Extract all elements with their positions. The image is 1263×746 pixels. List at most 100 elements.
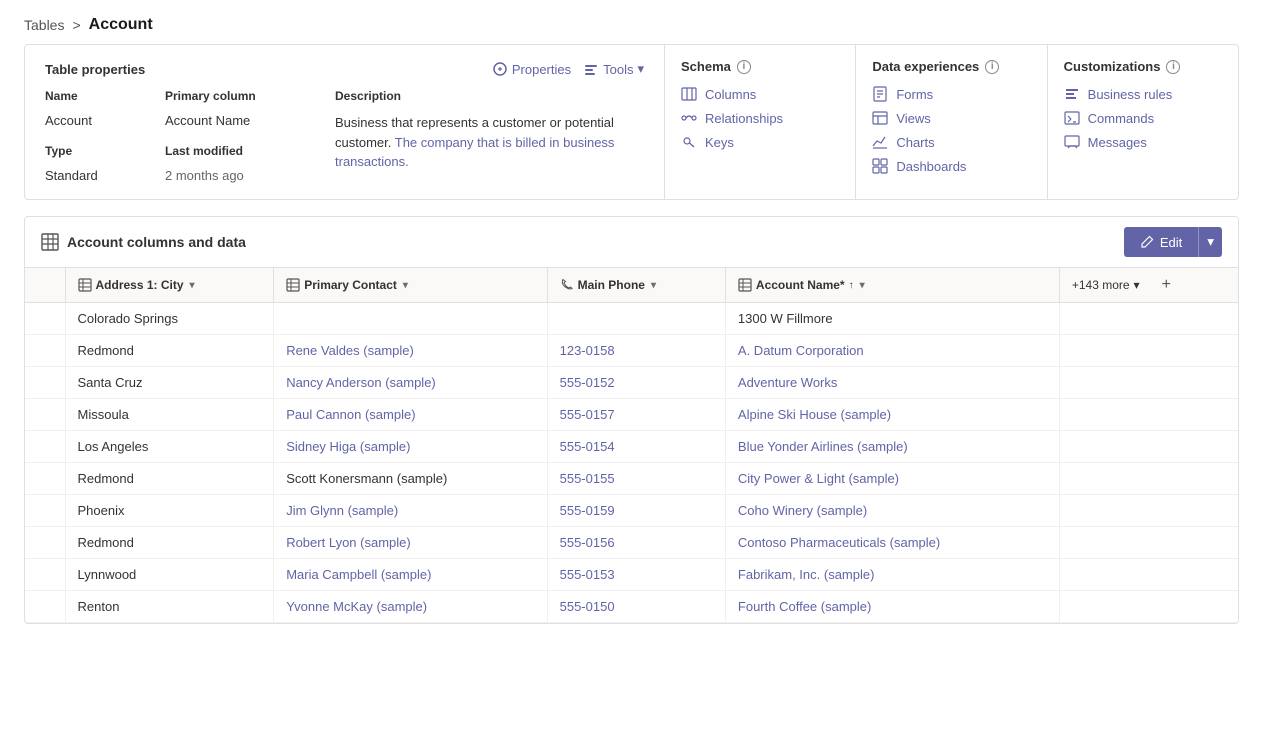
messages-link[interactable]: Messages xyxy=(1064,134,1222,150)
contact-col-chevron-icon: ▾ xyxy=(403,280,408,291)
phone-cell: 123-0158 xyxy=(547,335,725,367)
table-properties-panel: Table properties Properties Tools xyxy=(25,45,665,199)
views-link[interactable]: Views xyxy=(872,110,1030,126)
extra-cell xyxy=(1059,335,1238,367)
phone-cell: 555-0159 xyxy=(547,495,725,527)
more-columns-button[interactable]: +143 more ▾ xyxy=(1060,270,1152,300)
contact-col-header[interactable]: Primary Contact ▾ xyxy=(274,268,547,303)
data-experiences-links: Forms Views Charts xyxy=(872,86,1030,174)
contact-cell[interactable]: Paul Cannon (sample) xyxy=(274,399,547,431)
type-label: Type xyxy=(45,144,165,158)
account-name-cell[interactable]: Adventure Works xyxy=(725,367,1059,399)
contact-cell: Scott Konersmann (sample) xyxy=(274,463,547,495)
description-text: Business that represents a customer or p… xyxy=(335,113,644,172)
row-checkbox-cell xyxy=(25,367,65,399)
city-cell: Los Angeles xyxy=(65,431,274,463)
schema-relationships-link[interactable]: Relationships xyxy=(681,110,839,126)
contact-cell[interactable]: Robert Lyon (sample) xyxy=(274,527,547,559)
row-checkbox-cell xyxy=(25,527,65,559)
table-row: RedmondRobert Lyon (sample)555-0156Conto… xyxy=(25,527,1238,559)
account-name-cell[interactable]: Contoso Pharmaceuticals (sample) xyxy=(725,527,1059,559)
account-name-cell[interactable]: Blue Yonder Airlines (sample) xyxy=(725,431,1059,463)
schema-info-icon[interactable]: i xyxy=(737,60,751,74)
name-label: Name xyxy=(45,89,165,103)
phone-cell: 555-0152 xyxy=(547,367,725,399)
city-col-icon xyxy=(78,278,92,292)
account-col-header[interactable]: Account Name* ↑ ▾ xyxy=(725,268,1059,303)
phone-col-icon xyxy=(560,278,574,292)
columns-icon xyxy=(681,86,697,102)
table-properties-title: Table properties xyxy=(45,62,145,77)
contact-cell[interactable]: Sidney Higa (sample) xyxy=(274,431,547,463)
row-checkbox-cell xyxy=(25,303,65,335)
schema-keys-link[interactable]: Keys xyxy=(681,134,839,150)
city-col-header[interactable]: Address 1: City ▾ xyxy=(65,268,274,303)
city-cell: Redmond xyxy=(65,527,274,559)
account-name-cell[interactable]: Fabrikam, Inc. (sample) xyxy=(725,559,1059,591)
breadcrumb-tables[interactable]: Tables xyxy=(24,17,64,33)
account-name-cell[interactable]: Coho Winery (sample) xyxy=(725,495,1059,527)
account-name-cell[interactable]: Alpine Ski House (sample) xyxy=(725,399,1059,431)
primary-col-value: Account Name xyxy=(165,113,325,128)
table-row: RedmondRene Valdes (sample)123-0158A. Da… xyxy=(25,335,1238,367)
contact-cell[interactable]: Maria Campbell (sample) xyxy=(274,559,547,591)
extra-cell xyxy=(1059,591,1238,623)
city-cell: Colorado Springs xyxy=(65,303,274,335)
schema-columns-link[interactable]: Columns xyxy=(681,86,839,102)
extra-cell xyxy=(1059,303,1238,335)
city-cell: Redmond xyxy=(65,335,274,367)
props-primary-col: Primary column Account Name Last modifie… xyxy=(165,89,325,183)
customizations-links: Business rules Commands Messages xyxy=(1064,86,1222,150)
contact-cell[interactable]: Jim Glynn (sample) xyxy=(274,495,547,527)
contact-cell[interactable]: Yvonne McKay (sample) xyxy=(274,591,547,623)
edit-icon xyxy=(1140,235,1154,249)
tools-link[interactable]: Tools ▾ xyxy=(583,61,644,77)
business-rules-link[interactable]: Business rules xyxy=(1064,86,1222,102)
row-checkbox-cell xyxy=(25,431,65,463)
phone-col-chevron-icon: ▾ xyxy=(651,280,656,291)
edit-button[interactable]: Edit xyxy=(1124,227,1198,257)
account-name-cell[interactable]: Fourth Coffee (sample) xyxy=(725,591,1059,623)
contact-cell[interactable]: Rene Valdes (sample) xyxy=(274,335,547,367)
row-checkbox-cell xyxy=(25,463,65,495)
table-icon xyxy=(41,233,59,251)
props-description-col: Description Business that represents a c… xyxy=(325,89,644,183)
account-name-cell[interactable]: A. Datum Corporation xyxy=(725,335,1059,367)
business-rules-icon xyxy=(1064,86,1080,102)
data-section-header: Account columns and data Edit ▾ xyxy=(25,217,1238,268)
commands-link[interactable]: Commands xyxy=(1064,110,1222,126)
phone-cell: 555-0150 xyxy=(547,591,725,623)
edit-button-group: Edit ▾ xyxy=(1124,227,1222,257)
dashboards-link[interactable]: Dashboards xyxy=(872,158,1030,174)
data-experiences-panel: Data experiences i Forms Views xyxy=(856,45,1047,199)
checkbox-col-header xyxy=(25,268,65,303)
phone-cell: 555-0153 xyxy=(547,559,725,591)
charts-link[interactable]: Charts xyxy=(872,134,1030,150)
data-experiences-info-icon[interactable]: i xyxy=(985,60,999,74)
phone-col-header[interactable]: Main Phone ▾ xyxy=(547,268,725,303)
account-name-cell[interactable]: City Power & Light (sample) xyxy=(725,463,1059,495)
properties-link[interactable]: Properties xyxy=(492,61,571,77)
extra-cell xyxy=(1059,527,1238,559)
edit-dropdown-icon: ▾ xyxy=(1207,234,1214,249)
charts-icon xyxy=(872,134,888,150)
type-value: Standard xyxy=(45,168,165,183)
views-icon xyxy=(872,110,888,126)
last-modified-value: 2 months ago xyxy=(165,168,325,183)
contact-col-icon xyxy=(286,278,300,292)
edit-dropdown-button[interactable]: ▾ xyxy=(1198,227,1222,257)
more-cols-header: +143 more ▾ + xyxy=(1059,268,1238,303)
phone-cell: 555-0157 xyxy=(547,399,725,431)
contact-cell[interactable]: Nancy Anderson (sample) xyxy=(274,367,547,399)
row-checkbox-cell xyxy=(25,399,65,431)
schema-title: Schema i xyxy=(681,59,839,74)
row-checkbox-cell xyxy=(25,559,65,591)
table-row: Santa CruzNancy Anderson (sample)555-015… xyxy=(25,367,1238,399)
add-col-plus-icon: + xyxy=(1162,276,1171,293)
customizations-title: Customizations i xyxy=(1064,59,1222,74)
forms-link[interactable]: Forms xyxy=(872,86,1030,102)
customizations-info-icon[interactable]: i xyxy=(1166,60,1180,74)
add-column-button[interactable]: + xyxy=(1152,268,1181,302)
account-name-cell: 1300 W Fillmore xyxy=(725,303,1059,335)
schema-links: Columns Relationships Keys xyxy=(681,86,839,150)
